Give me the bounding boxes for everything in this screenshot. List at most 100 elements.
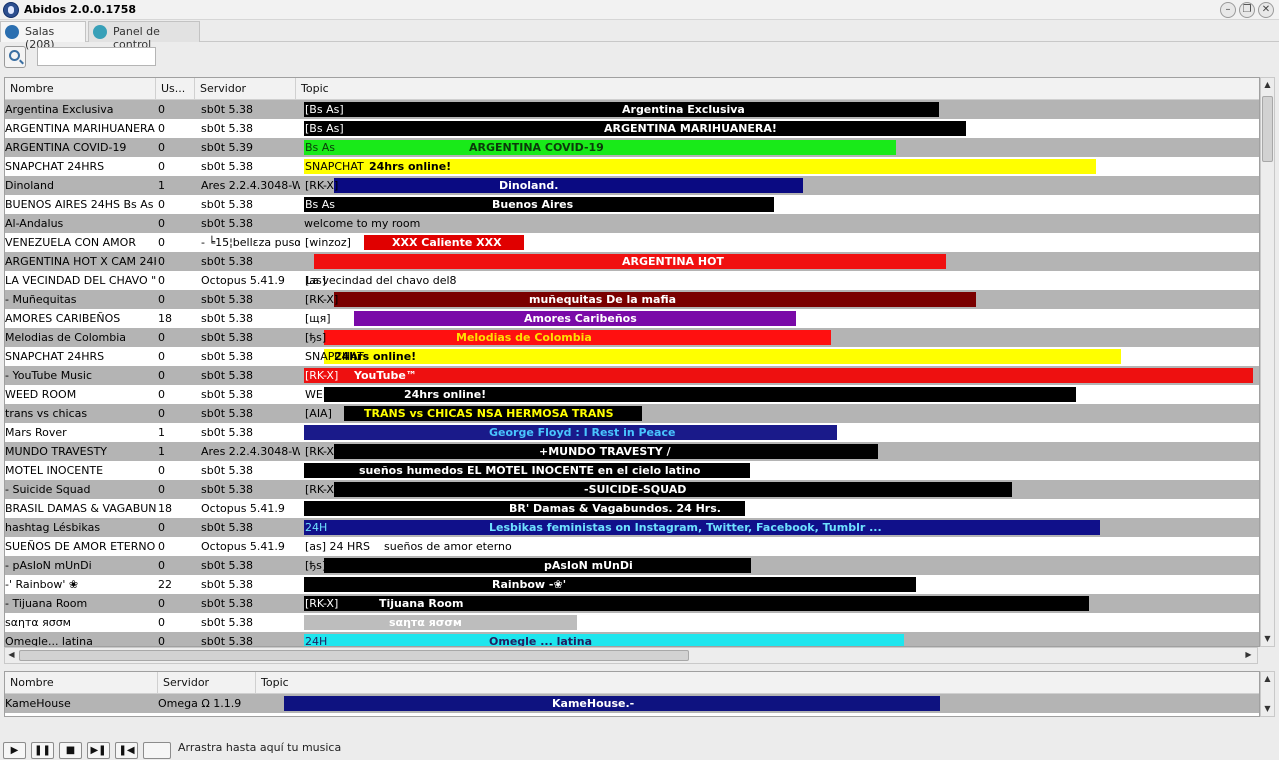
tab-salas[interactable]: Salas (208): [0, 21, 86, 51]
table-row[interactable]: hashtag Lésbikas 0 sb0t 5.38 24H Lesbikas fe…: [5, 518, 1259, 537]
table-row[interactable]: VENEZUELA CON AMOR 0 - ╘15¦bellεza pusα¦ [w…: [5, 233, 1259, 252]
search-input[interactable]: [37, 47, 156, 66]
topic-prefix: [щя]: [305, 312, 331, 325]
volume-slider[interactable]: [143, 742, 171, 759]
room-users: 0: [158, 616, 165, 629]
room-name: trans vs chicas: [5, 407, 88, 420]
topic-prefix: [RK-X]: [305, 179, 339, 192]
topic-text: ARGENTINA COVID-19: [469, 141, 604, 154]
table-row[interactable]: MOTEL INOCENTE 0 sb0t 5.38 sueños humedos E…: [5, 461, 1259, 480]
room-topic: [RK-X] +MUNDO TRAVESTY /: [304, 442, 1259, 461]
table-row[interactable]: BUENOS AIRES 24HS Bs As 0 sb0t 5.38 Bs As Bu…: [5, 195, 1259, 214]
topic-prefix: [AIA]: [305, 407, 332, 420]
table-row[interactable]: LA VECINDAD DEL CHAVO "May0 Octopus 5.41.…: [5, 271, 1259, 290]
table-row[interactable]: WEED ROOM 0 sb0t 5.38 WEED ROOM 24hrs online…: [5, 385, 1259, 404]
room-topic: welcome to my room: [304, 214, 1259, 233]
scroll-left-arrow-icon[interactable]: ◀: [6, 649, 17, 661]
favorites-table: Nombre Servidor Topic KameHouse Omega Ω …: [4, 671, 1260, 717]
rooms-vertical-scrollbar[interactable]: ▲ ▼: [1260, 77, 1275, 647]
column-header-users[interactable]: Us...: [156, 78, 195, 100]
music-player: ▶ ❚❚ ■ ▶❚ ❚◀ Arrastra hasta aquí tu musi…: [0, 738, 1279, 760]
room-users: 0: [158, 464, 165, 477]
room-users: 0: [158, 369, 165, 382]
room-server: sb0t 5.38: [201, 635, 254, 647]
table-row[interactable]: Melodias de Colombia 0 sb0t 5.38 [ђs] Melodi…: [5, 328, 1259, 347]
previous-button[interactable]: ❚◀: [115, 742, 138, 759]
stop-button[interactable]: ■: [59, 742, 82, 759]
table-row[interactable]: - pAsIoN mUnDi 0 sb0t 5.38 [ђs] pAsIoN mUnDi: [5, 556, 1259, 575]
scroll-right-arrow-icon[interactable]: ▶: [1243, 649, 1254, 661]
topic-prefix: 24H: [305, 521, 328, 534]
rooms-table-header: Nombre Us... Servidor Topic: [5, 78, 1259, 100]
table-row[interactable]: Omegle... latina 0 sb0t 5.38 24H Omegle ... …: [5, 632, 1259, 647]
favorites-row[interactable]: KameHouse Omega Ω 1.1.9 KameHouse.-: [5, 694, 1259, 713]
table-row[interactable]: -' Rainbow' ❀ 22 sb0t 5.38 Rainbow -❀': [5, 575, 1259, 594]
table-row[interactable]: BRASIL DAMAS & VAGABUNDOS18 Octopus 5.41.…: [5, 499, 1259, 518]
table-row[interactable]: - Tijuana Room 0 sb0t 5.38 [RK-X] Tijuana Ro…: [5, 594, 1259, 613]
table-row[interactable]: Al-Andalus 0 sb0t 5.38 welcome to my room: [5, 214, 1259, 233]
search-icon: [9, 50, 20, 61]
scroll-up-arrow-icon[interactable]: ▲: [1262, 79, 1273, 91]
maximize-button[interactable]: ❐: [1239, 2, 1255, 18]
column-header-nombre[interactable]: Nombre: [5, 78, 156, 100]
table-row[interactable]: MUNDO TRAVESTY 1 Ares 2.2.4.3048-Win [RK-X]…: [5, 442, 1259, 461]
table-row[interactable]: ARGENTINA MARIHUANERA! 0 sb0t 5.38 [Bs As] A…: [5, 119, 1259, 138]
table-row[interactable]: Dinoland 1 Ares 2.2.4.3048-Win [RK-X] Dinola…: [5, 176, 1259, 195]
topic-text: welcome to my room: [304, 217, 421, 230]
room-server: - ╘15¦bellεza pusα¦: [201, 236, 300, 249]
room-name: Dinoland: [5, 179, 54, 192]
minimize-button[interactable]: –: [1220, 2, 1236, 18]
room-name: Al-Andalus: [5, 217, 64, 230]
horizontal-scroll-thumb[interactable]: [19, 650, 689, 661]
room-topic: ARGENTINA HOT: [304, 252, 1259, 271]
room-server: sb0t 5.38: [201, 350, 254, 363]
room-topic: [RK-X] Tijuana Room: [304, 594, 1259, 613]
column-header-servidor[interactable]: Servidor: [195, 78, 296, 100]
pause-button[interactable]: ❚❚: [31, 742, 54, 759]
fav-column-header-nombre[interactable]: Nombre: [5, 672, 158, 694]
table-row[interactable]: ѕαηтα яσσм 0 sb0t 5.38 ѕαηтα яσσм: [5, 613, 1259, 632]
table-row[interactable]: SNAPCHAT 24HRS 0 sb0t 5.38 SNAPCHAT 24hrs on…: [5, 347, 1259, 366]
table-row[interactable]: - Suicide Squad 0 sb0t 5.38 [RK-X] -SUICIDE-…: [5, 480, 1259, 499]
tab-panel-de-control[interactable]: Panel de control: [88, 21, 200, 51]
room-topic: ѕαηтα яσσм: [304, 613, 1259, 632]
room-users: 0: [158, 597, 165, 610]
table-row[interactable]: trans vs chicas 0 sb0t 5.38 [AIA] TRANS vs C…: [5, 404, 1259, 423]
rooms-table: Nombre Us... Servidor Topic Argentina Ex…: [4, 77, 1260, 647]
table-row[interactable]: ARGENTINA HOT X CAM 24HS 0 sb0t 5.38 ARGENT…: [5, 252, 1259, 271]
topic-text: -SUICIDE-SQUAD: [584, 483, 687, 496]
fav-column-header-topic[interactable]: Topic: [256, 672, 1259, 694]
favorites-vertical-scrollbar[interactable]: ▲ ▼: [1260, 671, 1275, 717]
table-row[interactable]: - Muñequitas 0 sb0t 5.38 [RK-X] muñequitas D…: [5, 290, 1259, 309]
fav-scroll-up-arrow-icon[interactable]: ▲: [1262, 673, 1273, 685]
table-row[interactable]: - YouTube Music 0 sb0t 5.38 [RK-X] YouTube™: [5, 366, 1259, 385]
close-button[interactable]: ✕: [1258, 2, 1274, 18]
scroll-down-arrow-icon[interactable]: ▼: [1262, 633, 1273, 645]
topic-color-bar: [324, 558, 751, 573]
room-users: 1: [158, 179, 165, 192]
table-row[interactable]: ARGENTINA COVID-19 0 sb0t 5.39 Bs As ARGENTI…: [5, 138, 1259, 157]
next-button[interactable]: ▶❚: [87, 742, 110, 759]
room-users: 0: [158, 331, 165, 344]
table-row[interactable]: SNAPCHAT 24HRS 0 sb0t 5.38 SNAPCHAT 24hrs on…: [5, 157, 1259, 176]
table-row[interactable]: Mars Rover 1 sb0t 5.38 George Floyd : I Res…: [5, 423, 1259, 442]
room-topic: sueños humedos EL MOTEL INOCENTE en el c…: [304, 461, 1259, 480]
topic-prefix: [RK-X]: [305, 483, 339, 496]
room-users: 0: [158, 122, 165, 135]
play-button[interactable]: ▶: [3, 742, 26, 759]
room-server: sb0t 5.38: [201, 616, 254, 629]
table-row[interactable]: Argentina Exclusiva 0 sb0t 5.38 [Bs As] Arge…: [5, 100, 1259, 119]
rooms-horizontal-scrollbar[interactable]: ◀ ▶: [4, 647, 1258, 664]
search-button[interactable]: [4, 46, 26, 68]
room-name: - Suicide Squad: [5, 483, 91, 496]
table-row[interactable]: AMORES CARIBEÑOS 18 sb0t 5.38 [щя] Amores Ca…: [5, 309, 1259, 328]
scroll-thumb[interactable]: [1262, 96, 1273, 162]
music-drop-label: Arrastra hasta aquí tu musica: [178, 741, 342, 754]
room-name: LA VECINDAD DEL CHAVO "May: [5, 274, 156, 287]
column-header-topic[interactable]: Topic: [296, 78, 1259, 100]
fav-column-header-servidor[interactable]: Servidor: [158, 672, 256, 694]
topic-text: La vecindad del chavo del8: [306, 274, 457, 287]
room-name: MOTEL INOCENTE: [5, 464, 104, 477]
table-row[interactable]: SUEÑOS DE AMOR ETERNO 0 Octopus 5.41.9 [as]…: [5, 537, 1259, 556]
fav-scroll-down-arrow-icon[interactable]: ▼: [1262, 703, 1273, 715]
